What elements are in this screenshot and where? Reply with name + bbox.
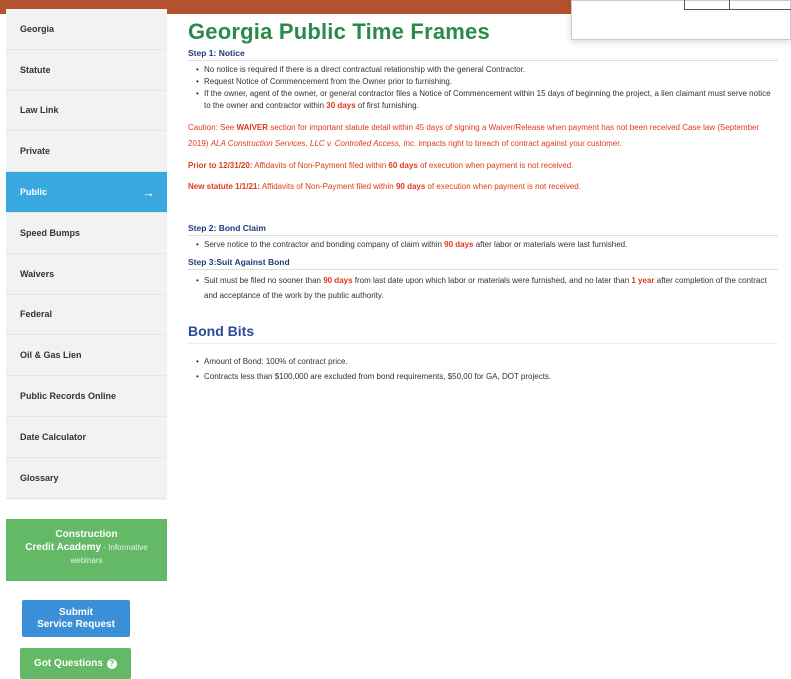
text-segment: from last date upon which labor or mater… bbox=[352, 276, 632, 285]
academy-line3: webinars bbox=[70, 556, 103, 565]
days-highlight: 60 days bbox=[388, 161, 418, 170]
step1-list: No notice is required if there is a dire… bbox=[188, 64, 778, 112]
bond-bits-title: Bond Bits bbox=[188, 323, 778, 344]
question-icon: ? bbox=[106, 658, 117, 669]
sidebar-item-date-calculator[interactable]: Date Calculator bbox=[6, 417, 167, 458]
days-highlight: 90 days bbox=[395, 182, 426, 191]
prior-label: Prior to 12/31/20: bbox=[188, 161, 253, 170]
sidebar-item-glossary[interactable]: Glossary bbox=[6, 458, 167, 499]
popup-box bbox=[684, 0, 791, 10]
step3-list: Suit must be filed no sooner than 90 day… bbox=[188, 273, 778, 303]
sidebar-item-label: Statute bbox=[20, 64, 51, 75]
got-questions-button[interactable]: Got Questions ? bbox=[20, 648, 131, 679]
text-segment: Affidavits of Non-Payment filed within bbox=[260, 182, 396, 191]
submit-button-line1: Submit bbox=[59, 606, 93, 618]
text-segment: Serve notice to the contractor and bondi… bbox=[204, 240, 445, 249]
text-segment: Caution: See bbox=[188, 123, 237, 132]
days-highlight: 90 days bbox=[444, 240, 474, 249]
list-item: Amount of Bond: 100% of contract price. bbox=[188, 354, 778, 369]
sidebar-item-georgia[interactable]: Georgia bbox=[6, 9, 167, 50]
page-title: Georgia Public Time Frames bbox=[188, 19, 490, 44]
list-item: Contracts less than $100,000 are exclude… bbox=[188, 369, 778, 384]
text-segment: of execution when payment is not receive… bbox=[425, 182, 581, 191]
step2-heading: Step 2: Bond Claim bbox=[188, 223, 778, 236]
sidebar-item-label: Speed Bumps bbox=[20, 227, 81, 238]
questions-button-label: Got Questions bbox=[34, 658, 103, 669]
sidebar-nav: Georgia Statute Law Link Private Public … bbox=[6, 9, 167, 500]
submit-service-request-button[interactable]: Submit Service Request bbox=[22, 600, 130, 637]
popup-divider bbox=[729, 0, 730, 9]
sidebar-item-label: Federal bbox=[20, 309, 53, 320]
sidebar-item-label: Private bbox=[20, 146, 51, 157]
text-segment: Affidavits of Non-Payment filed within bbox=[252, 161, 389, 170]
sidebar-item-label: Date Calculator bbox=[20, 431, 87, 442]
list-item: Serve notice to the contractor and bondi… bbox=[188, 239, 778, 251]
sidebar-item-private[interactable]: Private bbox=[6, 131, 167, 173]
prior-statute-line: Prior to 12/31/20: Affidavits of Non-Pay… bbox=[188, 161, 778, 170]
days-highlight: 90 days bbox=[323, 276, 353, 285]
text-segment: impacts right to breach of contract agai… bbox=[416, 138, 622, 148]
sidebar-item-label: Oil & Gas Lien bbox=[20, 350, 82, 361]
main-content: Georgia Public Time Frames Step 1: Notic… bbox=[188, 18, 778, 384]
new-statute-line: New statute 1/1/21: Affidavits of Non-Pa… bbox=[188, 182, 778, 191]
list-item: Request Notice of Commencement from the … bbox=[188, 76, 778, 88]
days-highlight: 30 days bbox=[326, 101, 356, 110]
sidebar-item-public-records[interactable]: Public Records Online bbox=[6, 376, 167, 417]
sidebar-item-label: Public Records Online bbox=[20, 391, 117, 402]
text-segment: of first furnishing. bbox=[355, 101, 419, 110]
sidebar-item-label: Public bbox=[20, 187, 48, 198]
sidebar-item-public[interactable]: Public → bbox=[6, 172, 167, 213]
sidebar-item-label: Law Link bbox=[20, 105, 59, 116]
case-name: ALA Construction Services, LLC v. Contro… bbox=[210, 138, 417, 148]
arrow-right-icon: → bbox=[142, 184, 155, 200]
year-highlight: 1 year bbox=[631, 276, 655, 285]
sidebar-item-oil-gas-lien[interactable]: Oil & Gas Lien bbox=[6, 335, 167, 377]
waiver-link[interactable]: WAIVER bbox=[236, 123, 268, 132]
sidebar-item-federal[interactable]: Federal bbox=[6, 295, 167, 336]
sidebar-item-label: Glossary bbox=[20, 472, 59, 483]
step2-list: Serve notice to the contractor and bondi… bbox=[188, 239, 778, 251]
list-item: If the owner, agent of the owner, or gen… bbox=[188, 88, 778, 112]
submit-button-line2: Service Request bbox=[37, 618, 115, 630]
academy-line1: Construction bbox=[55, 529, 118, 540]
bond-bits-list: Amount of Bond: 100% of contract price. … bbox=[188, 354, 778, 384]
sidebar-item-label: Waivers bbox=[20, 268, 55, 279]
text-segment: after labor or materials were last furni… bbox=[473, 240, 628, 249]
step1-heading: Step 1: Notice bbox=[188, 48, 778, 61]
new-statute-label: New statute 1/1/21: bbox=[188, 182, 261, 191]
caution-note: Caution: See WAIVER section for importan… bbox=[188, 120, 778, 151]
step3-heading: Step 3:Suit Against Bond bbox=[188, 257, 778, 270]
text-segment: Suit must be filed no sooner than bbox=[204, 276, 324, 285]
sidebar-item-waivers[interactable]: Waivers bbox=[6, 254, 167, 295]
sidebar-item-statute[interactable]: Statute bbox=[6, 50, 167, 91]
academy-line2: Credit Academy bbox=[25, 542, 102, 553]
academy-banner[interactable]: Construction Credit Academy - Informativ… bbox=[6, 519, 167, 581]
list-item: Suit must be filed no sooner than 90 day… bbox=[188, 273, 778, 303]
sidebar-item-speed-bumps[interactable]: Speed Bumps bbox=[6, 213, 167, 254]
sidebar-item-label: Georgia bbox=[20, 23, 55, 34]
text-segment: If the owner, agent of the owner, or gen… bbox=[204, 89, 771, 110]
sidebar-item-law-link[interactable]: Law Link bbox=[6, 91, 167, 132]
list-item: No notice is required if there is a dire… bbox=[188, 64, 778, 76]
text-segment: of execution when payment is not receive… bbox=[417, 161, 574, 170]
academy-suffix: - Informative bbox=[101, 543, 148, 552]
